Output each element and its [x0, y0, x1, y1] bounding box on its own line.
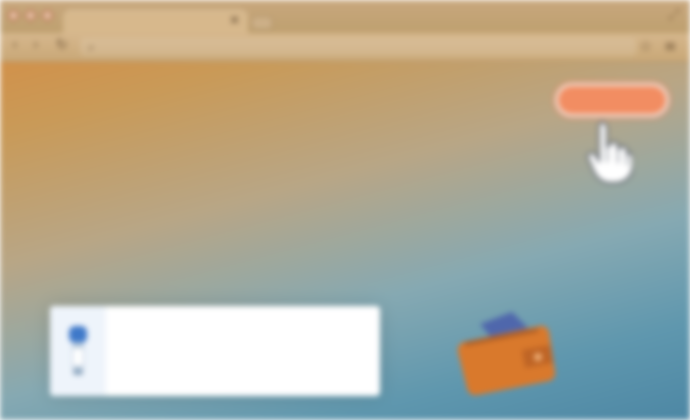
browser-window: × ⤢ ‹ › ↻ ⌕ ☆ ≡ — [0, 0, 690, 420]
tab-close-icon[interactable]: × — [229, 13, 240, 28]
address-search-icon: ⌕ — [88, 40, 95, 54]
usb-key-icon — [69, 326, 87, 375]
forward-icon[interactable]: › — [33, 37, 39, 53]
menu-icon[interactable]: ≡ — [664, 37, 677, 55]
zoom-window-icon[interactable] — [42, 10, 53, 21]
browser-tab[interactable]: × — [63, 10, 248, 33]
highlighted-action-button[interactable] — [558, 86, 666, 114]
hand-pointer-icon — [586, 120, 633, 184]
expand-icon[interactable]: ⤢ — [668, 5, 680, 23]
tab-strip: × ⤢ — [0, 0, 690, 33]
address-bar[interactable]: ⌕ — [80, 38, 636, 56]
minimize-window-icon[interactable] — [25, 10, 36, 21]
back-icon[interactable]: ‹ — [12, 37, 18, 53]
new-tab-button[interactable] — [252, 17, 272, 29]
browser-toolbar: ‹ › ↻ ⌕ ☆ ≡ — [0, 33, 690, 62]
card-icon-panel — [50, 306, 106, 396]
bookmark-star-icon[interactable]: ☆ — [639, 37, 652, 55]
reload-icon[interactable]: ↻ — [56, 37, 68, 53]
close-window-icon[interactable] — [8, 10, 19, 21]
wallet-icon — [457, 312, 556, 396]
usb-key-card — [50, 306, 380, 396]
